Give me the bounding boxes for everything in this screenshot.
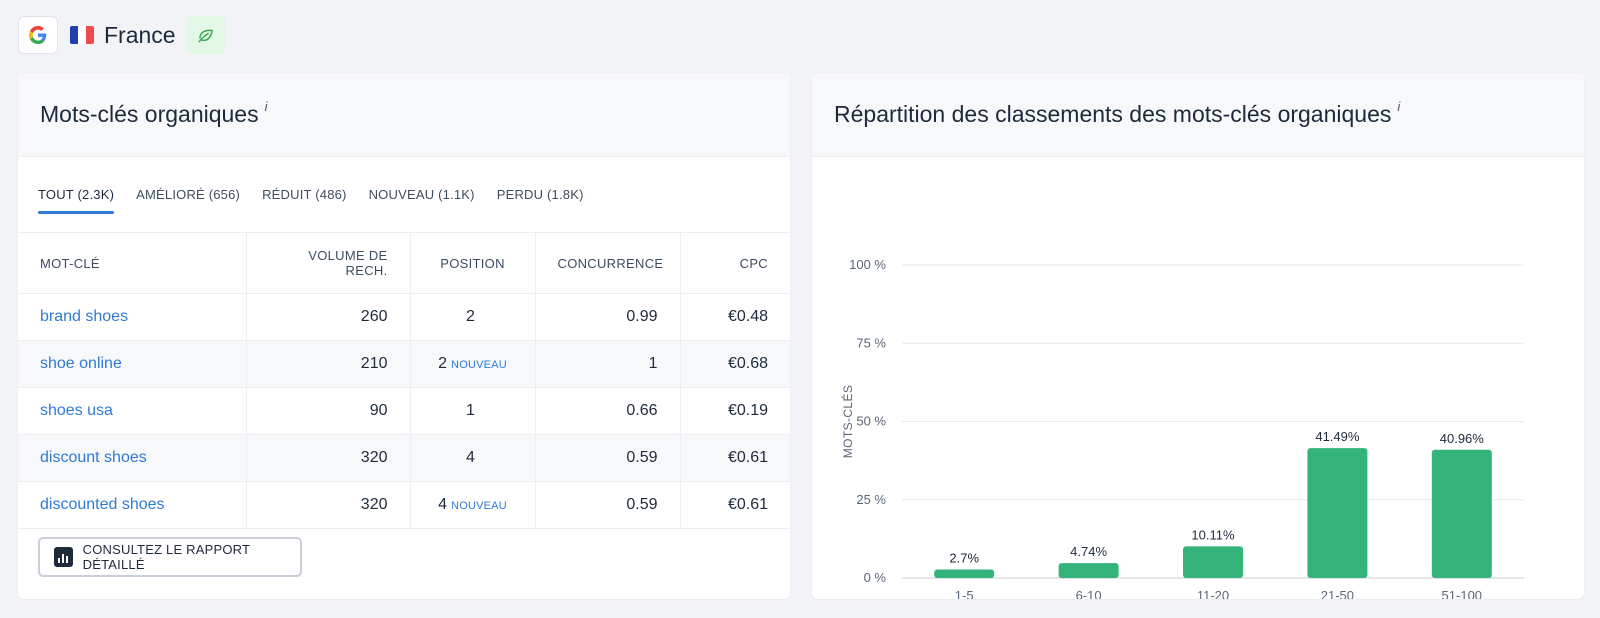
bar	[934, 569, 995, 578]
position-cell: 2 NOUVEAU	[409, 340, 535, 388]
detailed-report-button[interactable]: CONSULTEZ LE RAPPORT DÉTAILLÉ	[38, 537, 302, 577]
column-header-volume[interactable]: VOLUME DE RECH.	[245, 232, 410, 294]
position-value: 2	[438, 355, 448, 372]
ranking-distribution-panel: Répartition des classements des mots-clé…	[812, 73, 1584, 599]
position-value: 1	[466, 402, 475, 419]
cpc-cell: €0.61	[679, 434, 790, 482]
volume-cell: 90	[245, 387, 410, 435]
info-icon[interactable]: i	[1397, 99, 1400, 114]
position-cell: 1	[409, 387, 535, 435]
table-header-row: MOT-CLÉ VOLUME DE RECH. POSITION CONCURR…	[18, 232, 790, 294]
y-tick-label: 25 %	[856, 492, 886, 507]
volume-cell: 320	[245, 434, 410, 482]
x-tick-label: 6-10	[1076, 588, 1102, 599]
y-tick-label: 100 %	[849, 257, 886, 272]
bar-chart-icon	[54, 547, 73, 567]
volume-cell: 320	[245, 481, 410, 529]
flag-stripe-red	[86, 26, 94, 44]
column-header-competition[interactable]: CONCURRENCE	[534, 232, 680, 294]
tab-lost[interactable]: PERDU (1.8K)	[497, 157, 584, 232]
tab-declined[interactable]: RÉDUIT (486)	[262, 157, 347, 232]
panel-header: Répartition des classements des mots-clé…	[812, 73, 1584, 157]
cpc-cell: €0.19	[679, 387, 790, 435]
volume-cell: 260	[245, 293, 410, 341]
column-header-position[interactable]: POSITION	[409, 232, 535, 294]
bar	[1307, 448, 1368, 578]
y-tick-label: 75 %	[856, 335, 886, 350]
table-row: brand shoes 260 2 0.99 €0.48	[18, 293, 790, 341]
position-value: 4	[466, 449, 475, 466]
leaf-icon	[198, 29, 213, 43]
cpc-cell: €0.61	[679, 481, 790, 529]
panel-title: Mots-clés organiques	[40, 101, 259, 127]
keyword-link[interactable]: shoes usa	[40, 402, 113, 419]
tab-improved[interactable]: AMÉLIORÉ (656)	[136, 157, 240, 232]
competition-cell: 1	[534, 340, 680, 388]
position-value: 4	[438, 496, 448, 513]
keyword-link[interactable]: discount shoes	[40, 449, 147, 466]
google-icon	[29, 26, 47, 44]
new-badge: NOUVEAU	[451, 359, 507, 371]
flag-stripe-blue	[70, 26, 78, 44]
bar-value-label: 2.7%	[949, 551, 979, 566]
panel-header: Mots-clés organiques i	[18, 73, 790, 157]
y-tick-label: 50 %	[856, 414, 886, 429]
x-tick-label: 51-100	[1442, 588, 1482, 599]
position-value: 2	[466, 308, 475, 325]
ranking-distribution-chart: 0 % 25 % 50 % 75 % 100 % 2.7% 1-5 4.74% 6-10 10.1…	[840, 257, 1524, 599]
bar	[1183, 546, 1243, 578]
cpc-cell: €0.48	[679, 293, 790, 341]
x-tick-label: 1-5	[955, 588, 974, 599]
tab-new[interactable]: NOUVEAU (1.1K)	[369, 157, 475, 232]
competition-cell: 0.59	[534, 481, 680, 529]
keyword-filter-tabs: TOUT (2.3K) AMÉLIORÉ (656) RÉDUIT (486) …	[18, 157, 790, 232]
x-tick-label: 21-50	[1321, 588, 1354, 599]
flag-stripe-white	[78, 26, 86, 44]
keyword-link[interactable]: discounted shoes	[40, 496, 165, 513]
keywords-table: MOT-CLÉ VOLUME DE RECH. POSITION CONCURR…	[18, 232, 790, 529]
france-flag-icon	[70, 26, 94, 44]
position-cell: 2	[409, 293, 535, 341]
organic-keywords-panel: Mots-clés organiques i TOUT (2.3K) AMÉLI…	[18, 73, 790, 599]
search-engine-selector[interactable]	[18, 16, 58, 54]
bar-value-label: 4.74%	[1070, 544, 1107, 559]
tab-all[interactable]: TOUT (2.3K)	[38, 157, 115, 232]
detailed-report-label: CONSULTEZ LE RAPPORT DÉTAILLÉ	[82, 542, 250, 572]
eco-badge[interactable]	[185, 16, 226, 54]
bar	[1058, 563, 1119, 578]
position-cell: 4 NOUVEAU	[409, 481, 535, 529]
panel-title: Répartition des classements des mots-clé…	[834, 101, 1392, 127]
cpc-cell: €0.68	[679, 340, 790, 388]
volume-cell: 210	[245, 340, 410, 388]
bar	[1431, 449, 1492, 578]
y-axis-label: MOTS-CLÉS	[840, 385, 855, 459]
bar-value-label: 10.11%	[1191, 527, 1235, 542]
column-header-keyword[interactable]: MOT-CLÉ	[18, 232, 246, 294]
new-badge: NOUVEAU	[451, 500, 507, 512]
table-row: discount shoes 320 4 0.59 €0.61	[18, 434, 790, 482]
x-tick-label: 11-20	[1197, 588, 1229, 599]
competition-cell: 0.99	[534, 293, 680, 341]
search-context-bar: France	[18, 16, 226, 54]
y-tick-label: 0 %	[864, 570, 887, 585]
bar-value-label: 40.96%	[1440, 431, 1485, 446]
info-icon[interactable]: i	[265, 99, 268, 114]
table-row: shoes usa 90 1 0.66 €0.19	[18, 387, 790, 435]
keyword-link[interactable]: shoe online	[40, 355, 122, 372]
country-label: France	[104, 21, 176, 48]
competition-cell: 0.59	[534, 434, 680, 482]
competition-cell: 0.66	[534, 387, 680, 435]
column-header-cpc[interactable]: CPC	[679, 232, 790, 294]
bar-value-label: 41.49%	[1315, 429, 1360, 444]
table-row: shoe online 210 2 NOUVEAU 1 €0.68	[18, 340, 790, 388]
keyword-link[interactable]: brand shoes	[40, 308, 128, 325]
position-cell: 4	[409, 434, 535, 482]
table-row: discounted shoes 320 4 NOUVEAU 0.59 €0.61	[18, 481, 790, 529]
